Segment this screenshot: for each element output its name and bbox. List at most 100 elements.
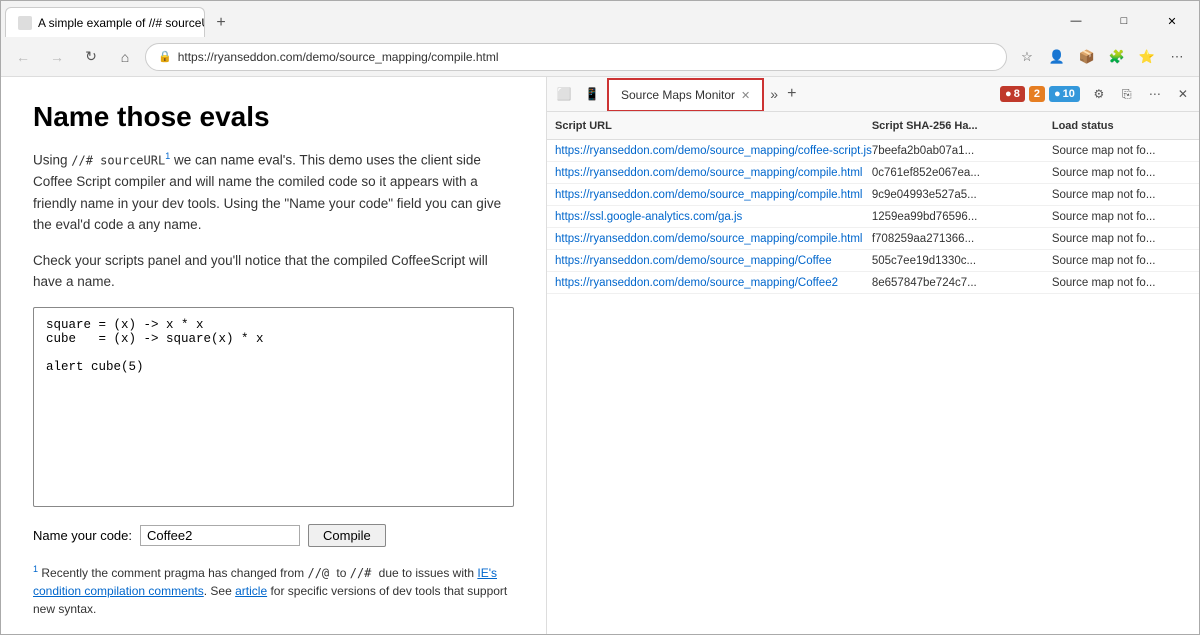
row-sha: 9c9e04993e527a5...	[872, 189, 1052, 201]
row-sha: 8e657847be724c7...	[872, 277, 1052, 289]
window-controls: — □ ✕	[1053, 5, 1195, 37]
info-badge[interactable]: ● 10	[1049, 86, 1080, 102]
warning-badge[interactable]: 2	[1029, 86, 1045, 102]
more-button[interactable]: ⋯	[1163, 43, 1191, 71]
intro-text-1: Using	[33, 153, 71, 168]
row-url[interactable]: https://ryanseddon.com/demo/source_mappi…	[555, 167, 872, 179]
devtools-tabs: Source Maps Monitor ✕ » +	[607, 77, 800, 111]
table-row: https://ryanseddon.com/demo/source_mappi…	[547, 184, 1199, 206]
footnote-text-3: due to issues with	[379, 566, 478, 580]
row-sha: 505c7ee19d1330c...	[872, 255, 1052, 267]
table-row: https://ryanseddon.com/demo/source_mappi…	[547, 140, 1199, 162]
extensions-button[interactable]: 🧩	[1103, 43, 1131, 71]
more-tabs-btn[interactable]: »	[764, 81, 784, 107]
warning-count: 2	[1034, 88, 1040, 100]
row-status: Source map not fo...	[1052, 189, 1192, 201]
code-editor[interactable]: square = (x) -> x * x cube = (x) -> squa…	[33, 307, 514, 507]
error-icon: ●	[1005, 88, 1012, 100]
devtools-column-headers: Script URL Script SHA-256 Ha... Load sta…	[547, 112, 1199, 140]
row-status: Source map not fo...	[1052, 233, 1192, 245]
table-row: https://ryanseddon.com/demo/source_mappi…	[547, 250, 1199, 272]
settings-btn[interactable]: ⚙	[1086, 81, 1112, 107]
name-row: Name your code: Compile	[33, 524, 514, 547]
col-header-sha: Script SHA-256 Ha...	[872, 120, 1052, 132]
source-maps-monitor-tab[interactable]: Source Maps Monitor ✕	[607, 78, 764, 111]
url-text: https://ryanseddon.com/demo/source_mappi…	[178, 50, 499, 64]
minimize-button[interactable]: —	[1053, 5, 1099, 37]
row-url[interactable]: https://ryanseddon.com/demo/source_mappi…	[555, 145, 872, 157]
footnote: 1 Recently the comment pragma has change…	[33, 563, 514, 618]
info-icon: ●	[1054, 88, 1061, 100]
back-button[interactable]: ←	[9, 43, 37, 71]
name-input[interactable]	[140, 525, 300, 546]
footnote-text-2: to	[336, 566, 349, 580]
article-link[interactable]: article	[235, 584, 267, 598]
error-badge[interactable]: ● 8	[1000, 86, 1025, 102]
row-status: Source map not fo...	[1052, 277, 1192, 289]
security-icon: 🔒	[158, 50, 172, 63]
tab-favicon	[18, 16, 32, 30]
devtools-rows: https://ryanseddon.com/demo/source_mappi…	[547, 140, 1199, 634]
row-sha: f708259aa271366...	[872, 233, 1052, 245]
bookmark-button[interactable]: ☆	[1013, 43, 1041, 71]
row-sha: 1259ea99bd76596...	[872, 211, 1052, 223]
row-url[interactable]: https://ryanseddon.com/demo/source_mappi…	[555, 189, 872, 201]
row-status: Source map not fo...	[1052, 255, 1192, 267]
close-button[interactable]: ✕	[1149, 5, 1195, 37]
tab-label: Source Maps Monitor	[621, 88, 735, 102]
devtools-tab-close[interactable]: ✕	[741, 89, 750, 102]
profile-button[interactable]: 👤	[1043, 43, 1071, 71]
row-status: Source map not fo...	[1052, 211, 1192, 223]
col-header-status: Load status	[1052, 120, 1192, 132]
browser-window: A simple example of //# sourceU... ✕ + —…	[0, 0, 1200, 635]
table-row: https://ryanseddon.com/demo/source_mappi…	[547, 228, 1199, 250]
row-url[interactable]: https://ssl.google-analytics.com/ga.js	[555, 211, 872, 223]
forward-button[interactable]: →	[43, 43, 71, 71]
tab-bar: A simple example of //# sourceU... ✕ + —…	[1, 1, 1199, 37]
row-url[interactable]: https://ryanseddon.com/demo/source_mappi…	[555, 255, 872, 267]
nav-bar: ← → ↻ ⌂ 🔒 https://ryanseddon.com/demo/so…	[1, 37, 1199, 77]
table-row: https://ssl.google-analytics.com/ga.js 1…	[547, 206, 1199, 228]
row-sha: 7beefa2b0ab07a1...	[872, 145, 1052, 157]
new-tab-button[interactable]: +	[207, 9, 235, 37]
row-sha: 0c761ef852e067ea...	[872, 167, 1052, 179]
add-tab-btn[interactable]: +	[784, 81, 799, 107]
source-url-code: //# sourceURL	[71, 154, 165, 168]
home-button[interactable]: ⌂	[111, 43, 139, 71]
nav-actions: ☆ 👤 📦 🧩 ⭐ ⋯	[1013, 43, 1191, 71]
devtools-inspect-btn[interactable]: ⬜	[551, 81, 577, 107]
page-title: Name those evals	[33, 101, 514, 133]
main-content: Name those evals Using //# sourceURL1 we…	[1, 77, 1199, 634]
col-header-url: Script URL	[555, 120, 872, 132]
reload-button[interactable]: ↻	[77, 43, 105, 71]
info-count: 10	[1063, 88, 1075, 100]
name-label: Name your code:	[33, 528, 132, 543]
badge-group: ● 8 2 ● 10	[1000, 86, 1080, 102]
row-url[interactable]: https://ryanseddon.com/demo/source_mappi…	[555, 277, 872, 289]
devtools-panel: ⬜ 📱 Source Maps Monitor ✕ » + ● 8	[547, 77, 1199, 634]
error-count: 8	[1014, 88, 1020, 100]
compile-button[interactable]: Compile	[308, 524, 386, 547]
table-row: https://ryanseddon.com/demo/source_mappi…	[547, 162, 1199, 184]
intro-paragraph: Using //# sourceURL1 we can name eval's.…	[33, 149, 514, 236]
devtools-device-btn[interactable]: 📱	[579, 81, 605, 107]
devtools-toolbar: ⬜ 📱 Source Maps Monitor ✕ » + ● 8	[547, 77, 1199, 112]
footnote-text-4: . See	[204, 584, 235, 598]
scripts-paragraph: Check your scripts panel and you'll noti…	[33, 250, 514, 293]
row-status: Source map not fo...	[1052, 167, 1192, 179]
dock-btn[interactable]: ⎘	[1114, 81, 1140, 107]
collections-button[interactable]: 📦	[1073, 43, 1101, 71]
browser-tab[interactable]: A simple example of //# sourceU... ✕	[5, 7, 205, 37]
favorites-button[interactable]: ⭐	[1133, 43, 1161, 71]
table-row: https://ryanseddon.com/demo/source_mappi…	[547, 272, 1199, 294]
address-bar[interactable]: 🔒 https://ryanseddon.com/demo/source_map…	[145, 43, 1007, 71]
maximize-button[interactable]: □	[1101, 5, 1147, 37]
footnote-code-2: //#	[350, 566, 379, 580]
devtools-more-btn[interactable]: ⋯	[1142, 81, 1168, 107]
footnote-code-1: //@	[307, 566, 336, 580]
footnote-text-1: Recently the comment pragma has changed …	[38, 566, 307, 580]
row-status: Source map not fo...	[1052, 145, 1192, 157]
row-url[interactable]: https://ryanseddon.com/demo/source_mappi…	[555, 233, 872, 245]
devtools-close-btn[interactable]: ✕	[1170, 81, 1196, 107]
page-content: Name those evals Using //# sourceURL1 we…	[1, 77, 547, 634]
